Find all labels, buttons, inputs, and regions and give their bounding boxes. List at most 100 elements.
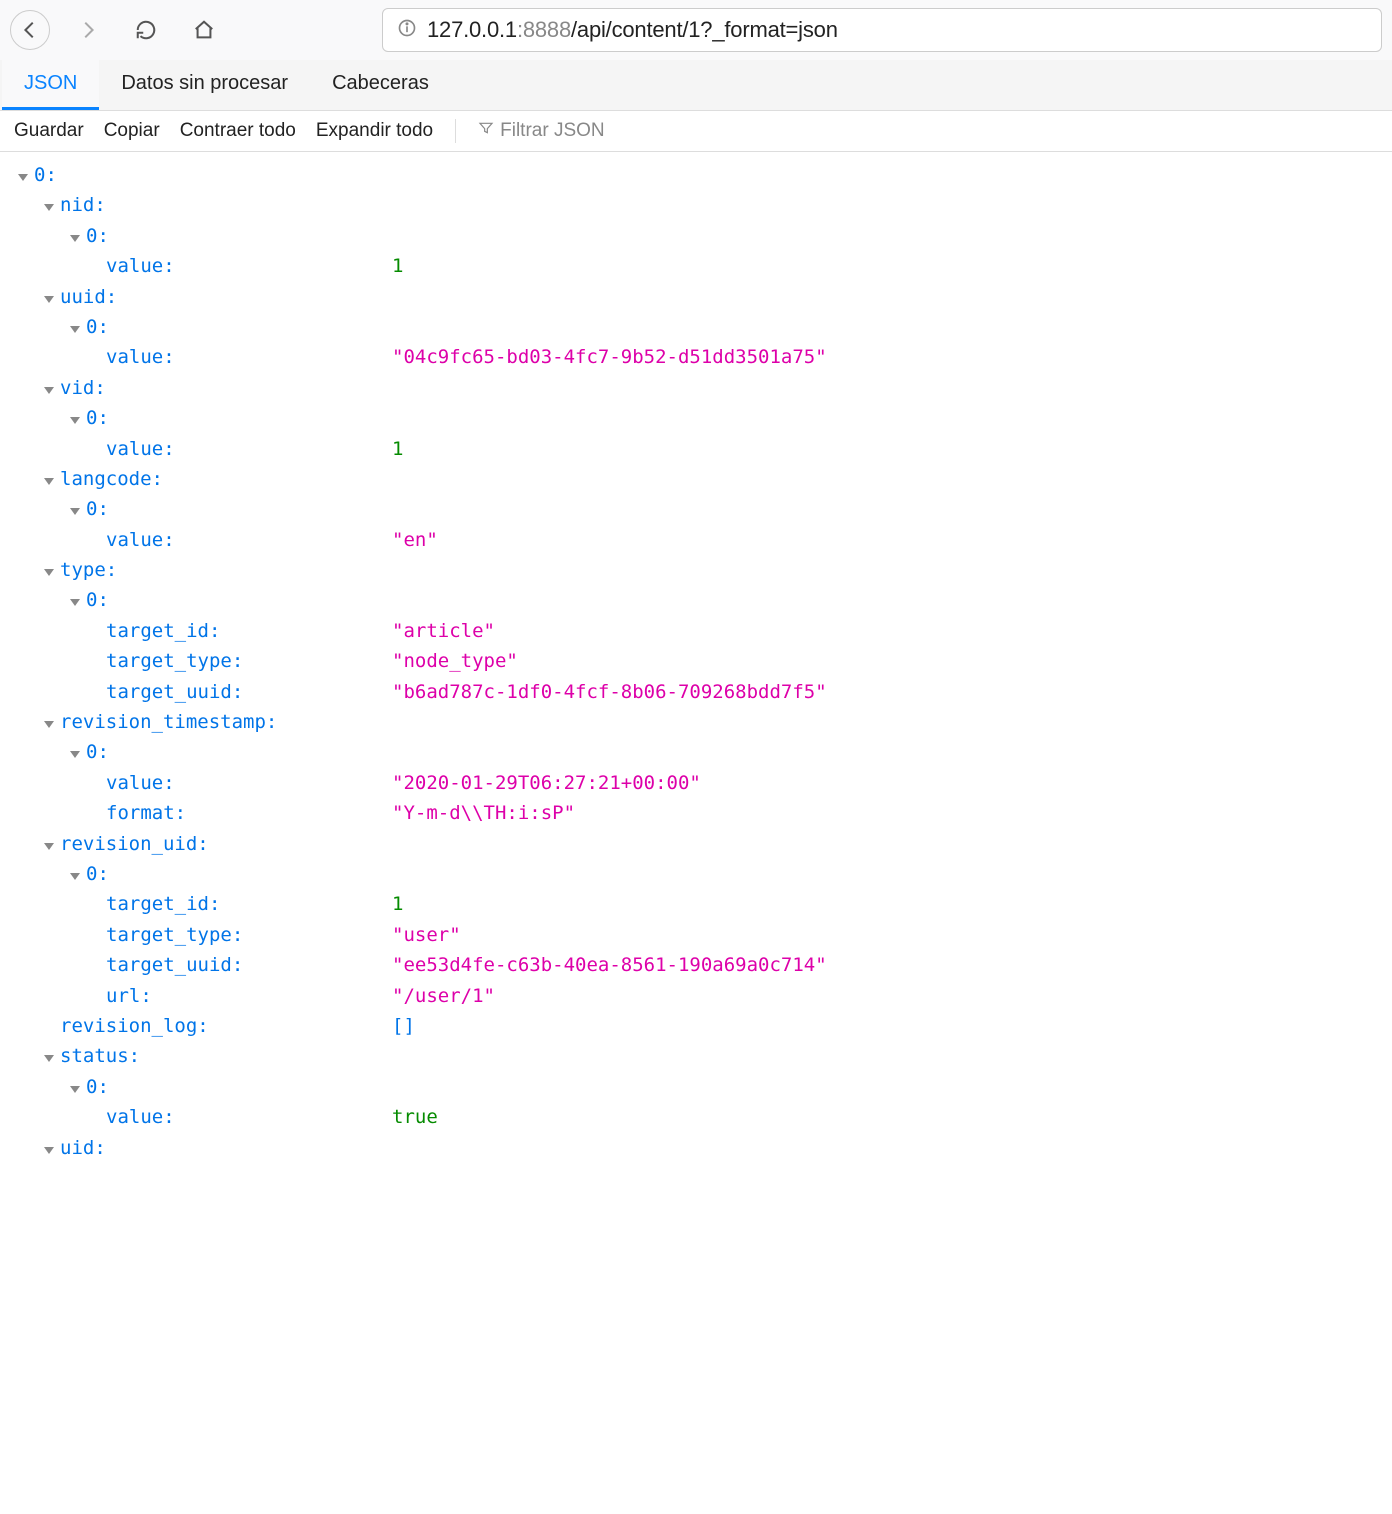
tree-key: vid: bbox=[60, 373, 106, 403]
tree-key: target_uuid: bbox=[106, 950, 392, 980]
tree-key: target_id: bbox=[106, 616, 392, 646]
chevron-down-icon[interactable] bbox=[44, 1147, 54, 1154]
viewer-tabs: JSON Datos sin procesar Cabeceras bbox=[0, 60, 1392, 111]
tree-row[interactable]: uid: bbox=[10, 1133, 1382, 1163]
collapse-all-button[interactable]: Contraer todo bbox=[180, 120, 296, 142]
tree-row[interactable]: 0: bbox=[10, 859, 1382, 889]
tree-key: value: bbox=[106, 434, 392, 464]
chevron-down-icon[interactable] bbox=[44, 204, 54, 211]
tree-row[interactable]: revision_log:[] bbox=[10, 1011, 1382, 1041]
tree-value: 1 bbox=[392, 251, 403, 281]
tab-headers[interactable]: Cabeceras bbox=[310, 60, 451, 110]
tab-raw[interactable]: Datos sin procesar bbox=[99, 60, 310, 110]
home-button[interactable] bbox=[184, 10, 224, 50]
tree-row[interactable]: target_uuid:"b6ad787c-1df0-4fcf-8b06-709… bbox=[10, 677, 1382, 707]
tree-row[interactable]: 0: bbox=[10, 1072, 1382, 1102]
browser-nav-toolbar: 127.0.0.1:8888/api/content/1?_format=jso… bbox=[0, 0, 1392, 60]
tree-value: "article" bbox=[392, 616, 495, 646]
chevron-down-icon[interactable] bbox=[70, 326, 80, 333]
tree-key: 0: bbox=[86, 312, 109, 342]
tree-row[interactable]: target_type:"user" bbox=[10, 920, 1382, 950]
chevron-down-icon[interactable] bbox=[70, 873, 80, 880]
tree-value: "/user/1" bbox=[392, 981, 495, 1011]
tree-row[interactable]: value:"04c9fc65-bd03-4fc7-9b52-d51dd3501… bbox=[10, 342, 1382, 372]
tree-row[interactable]: 0: bbox=[10, 221, 1382, 251]
tree-row[interactable]: langcode: bbox=[10, 464, 1382, 494]
tree-row[interactable]: 0: bbox=[10, 737, 1382, 767]
tree-value: "en" bbox=[392, 525, 438, 555]
tree-key: 0: bbox=[86, 403, 109, 433]
tree-row[interactable]: value:1 bbox=[10, 251, 1382, 281]
tree-value: "04c9fc65-bd03-4fc7-9b52-d51dd3501a75" bbox=[392, 342, 827, 372]
copy-button[interactable]: Copiar bbox=[104, 120, 160, 142]
chevron-down-icon[interactable] bbox=[70, 508, 80, 515]
url-bar[interactable]: 127.0.0.1:8888/api/content/1?_format=jso… bbox=[382, 8, 1382, 52]
forward-button[interactable] bbox=[68, 10, 108, 50]
tree-key: value: bbox=[106, 768, 392, 798]
tree-row[interactable]: value:"en" bbox=[10, 525, 1382, 555]
chevron-down-icon[interactable] bbox=[44, 1055, 54, 1062]
tree-row[interactable]: target_id:1 bbox=[10, 889, 1382, 919]
tree-row[interactable]: 0: bbox=[10, 403, 1382, 433]
chevron-down-icon[interactable] bbox=[70, 235, 80, 242]
reload-button[interactable] bbox=[126, 10, 166, 50]
tree-value: "b6ad787c-1df0-4fcf-8b06-709268bdd7f5" bbox=[392, 677, 827, 707]
tree-row[interactable]: uuid: bbox=[10, 282, 1382, 312]
chevron-down-icon[interactable] bbox=[44, 569, 54, 576]
save-button[interactable]: Guardar bbox=[14, 120, 84, 142]
chevron-down-icon[interactable] bbox=[70, 751, 80, 758]
tree-row[interactable]: vid: bbox=[10, 373, 1382, 403]
tree-key: value: bbox=[106, 525, 392, 555]
tree-row[interactable]: 0: bbox=[10, 585, 1382, 615]
filter-input[interactable]: Filtrar JSON bbox=[478, 120, 605, 142]
chevron-down-icon[interactable] bbox=[70, 417, 80, 424]
tree-row[interactable]: 0: bbox=[10, 312, 1382, 342]
tree-key: target_type: bbox=[106, 920, 392, 950]
tree-key: uuid: bbox=[60, 282, 117, 312]
tree-key: target_uuid: bbox=[106, 677, 392, 707]
chevron-down-icon[interactable] bbox=[70, 1086, 80, 1093]
tree-row[interactable]: format:"Y-m-d\\TH:i:sP" bbox=[10, 798, 1382, 828]
tree-key: 0: bbox=[86, 859, 109, 889]
tree-value: "ee53d4fe-c63b-40ea-8561-190a69a0c714" bbox=[392, 950, 827, 980]
chevron-down-icon[interactable] bbox=[44, 721, 54, 728]
back-button[interactable] bbox=[10, 10, 50, 50]
tree-value: "node_type" bbox=[392, 646, 518, 676]
tree-row[interactable]: value:1 bbox=[10, 434, 1382, 464]
tree-row[interactable]: revision_uid: bbox=[10, 829, 1382, 859]
tree-row[interactable]: target_uuid:"ee53d4fe-c63b-40ea-8561-190… bbox=[10, 950, 1382, 980]
tree-key: target_id: bbox=[106, 889, 392, 919]
chevron-down-icon[interactable] bbox=[44, 843, 54, 850]
tree-value: "user" bbox=[392, 920, 461, 950]
tree-row[interactable]: revision_timestamp: bbox=[10, 707, 1382, 737]
tree-key: uid: bbox=[60, 1133, 106, 1163]
tree-key: 0: bbox=[86, 221, 109, 251]
tree-row[interactable]: target_type:"node_type" bbox=[10, 646, 1382, 676]
filter-icon bbox=[478, 120, 494, 142]
tree-row[interactable]: value:true bbox=[10, 1102, 1382, 1132]
tree-value: 1 bbox=[392, 434, 403, 464]
chevron-down-icon[interactable] bbox=[44, 387, 54, 394]
tree-row[interactable]: target_id:"article" bbox=[10, 616, 1382, 646]
tree-row[interactable]: url:"/user/1" bbox=[10, 981, 1382, 1011]
tree-value: "2020-01-29T06:27:21+00:00" bbox=[392, 768, 701, 798]
expand-all-button[interactable]: Expandir todo bbox=[316, 120, 433, 142]
url-port: :8888 bbox=[517, 17, 571, 42]
tree-row[interactable]: 0: bbox=[10, 160, 1382, 190]
tab-json[interactable]: JSON bbox=[2, 60, 99, 110]
chevron-down-icon[interactable] bbox=[44, 296, 54, 303]
tree-row[interactable]: 0: bbox=[10, 494, 1382, 524]
tree-row[interactable]: value:"2020-01-29T06:27:21+00:00" bbox=[10, 768, 1382, 798]
chevron-down-icon[interactable] bbox=[44, 478, 54, 485]
chevron-down-icon[interactable] bbox=[18, 174, 28, 181]
chevron-down-icon[interactable] bbox=[70, 599, 80, 606]
tree-row[interactable]: status: bbox=[10, 1041, 1382, 1071]
tree-key: 0: bbox=[86, 494, 109, 524]
json-tree: 0: nid: 0: value:1 uuid: 0: value:"04c9f… bbox=[0, 152, 1392, 1171]
tree-row[interactable]: nid: bbox=[10, 190, 1382, 220]
tree-row[interactable]: type: bbox=[10, 555, 1382, 585]
url-path: /api/content/1?_format=json bbox=[571, 17, 838, 42]
tree-key: nid: bbox=[60, 190, 106, 220]
tree-key: url: bbox=[106, 981, 392, 1011]
tree-key: 0: bbox=[86, 1072, 109, 1102]
